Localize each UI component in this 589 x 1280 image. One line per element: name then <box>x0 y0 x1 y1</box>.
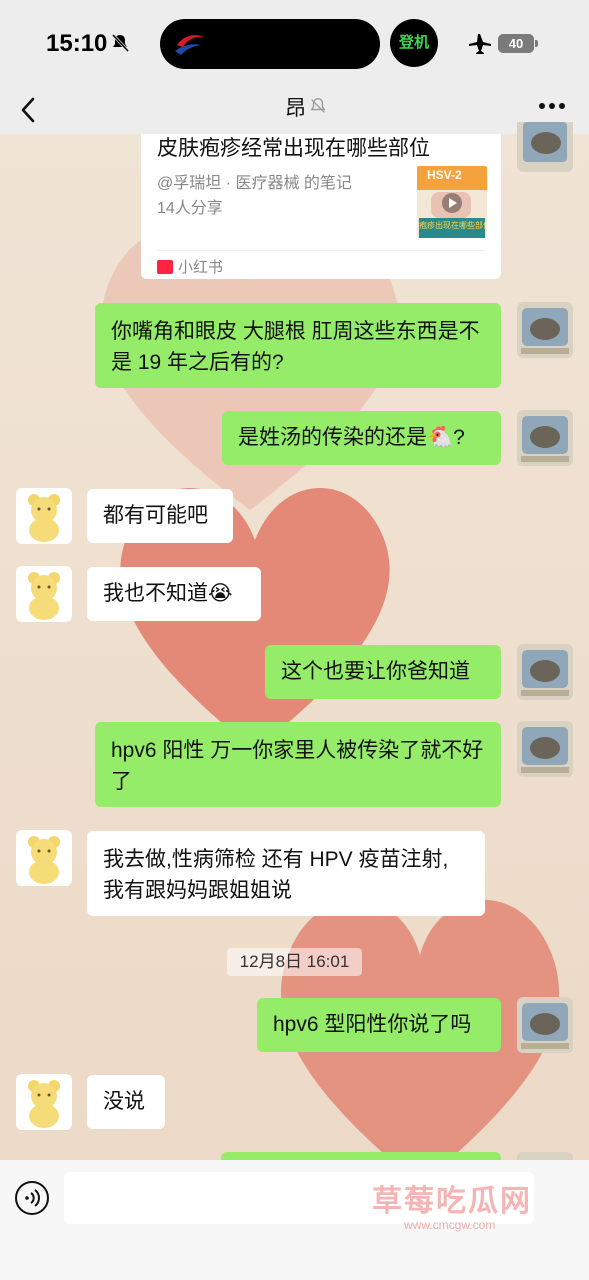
watermark-text: 草莓吃瓜网 <box>372 1185 532 1218</box>
airplane-mode-icon <box>469 34 491 54</box>
message-bubble-in[interactable]: 都有可能吧 <box>87 489 233 543</box>
card-source: 小红书 <box>178 259 224 276</box>
message-bubble-out[interactable]: hpv6 阳性 万一你家里人被传染了就不好了 <box>95 722 501 807</box>
my-avatar[interactable] <box>517 644 573 700</box>
message-bubble-out[interactable]: 这个也要让你爸知道 <box>265 645 501 699</box>
thumb-label-bottom: 疱疹出现在哪些部位 <box>419 221 485 230</box>
contact-avatar[interactable] <box>16 1074 72 1130</box>
boarding-activity[interactable]: 登机 <box>390 19 438 67</box>
message-bubble-in[interactable]: 我也不知道😭 <box>87 567 261 621</box>
message-bubble-out[interactable]: hpv6 型阳性你说了吗 <box>257 998 501 1052</box>
status-time: 15:10 <box>46 30 108 57</box>
chat-header: 昂 <box>0 86 589 134</box>
message-bubble-in[interactable]: 我去做,性病筛检 还有 HPV 疫苗注射, 我有跟妈妈跟姐姐说 <box>87 831 485 916</box>
card-title: 皮肤疱疹经常出现在哪些部位 <box>157 137 430 160</box>
my-avatar[interactable] <box>517 997 573 1053</box>
message-bubble-out[interactable]: 你嘴角和眼皮 大腿根 肛周这些东西是不是 19 年之后有的? <box>95 303 501 388</box>
my-avatar-top[interactable] <box>517 122 573 172</box>
card-thumbnail: HSV-2 疱疹出现在哪些部位 <box>417 166 487 238</box>
message-timestamp: 12月8日 16:01 <box>227 948 362 976</box>
back-arrow-icon[interactable] <box>16 94 40 126</box>
dynamic-island[interactable] <box>160 19 380 69</box>
card-shares: 14人分享 <box>157 200 223 217</box>
more-options-icon[interactable] <box>538 102 566 110</box>
video-play-icon <box>442 193 462 213</box>
mute-bell-icon <box>310 98 326 113</box>
message-bubble-in[interactable]: 没说 <box>87 1075 165 1129</box>
contact-avatar[interactable] <box>16 488 72 544</box>
status-bar: 15:10 登机 40 <box>0 0 589 86</box>
bear-avatar-icon <box>28 572 60 620</box>
shared-note-card[interactable]: 皮肤疱疹经常出现在哪些部位 @孚瑞坦 · 医疗器械 的笔记 14人分享 HSV-… <box>141 134 501 279</box>
my-avatar[interactable] <box>517 721 573 777</box>
thumb-label-top: HSV-2 <box>427 168 462 182</box>
battery-cap <box>535 40 538 47</box>
my-avatar-partial[interactable] <box>517 1152 573 1160</box>
voice-input-icon[interactable] <box>14 1180 50 1216</box>
bear-avatar-icon <box>28 494 60 542</box>
watermark-url: www.cmcgw.com <box>404 1218 496 1232</box>
card-author: @孚瑞坦 · 医疗器械 的笔记 <box>157 175 352 192</box>
chat-title-wrap[interactable]: 昂 <box>285 92 306 122</box>
my-avatar[interactable] <box>517 302 573 358</box>
contact-avatar[interactable] <box>16 830 72 886</box>
message-bubble-out[interactable]: 是姓汤的传染的还是🐔? <box>222 411 501 465</box>
card-divider <box>157 250 485 251</box>
xiaohongshu-icon <box>157 260 173 274</box>
my-avatar[interactable] <box>517 410 573 466</box>
silent-mode-icon <box>111 33 130 53</box>
bear-avatar-icon <box>28 1080 60 1128</box>
chat-title: 昂 <box>285 97 306 120</box>
contact-avatar[interactable] <box>16 566 72 622</box>
bear-avatar-icon <box>28 836 60 884</box>
battery-level: 40 <box>498 34 534 53</box>
airline-logo-icon <box>175 35 203 55</box>
